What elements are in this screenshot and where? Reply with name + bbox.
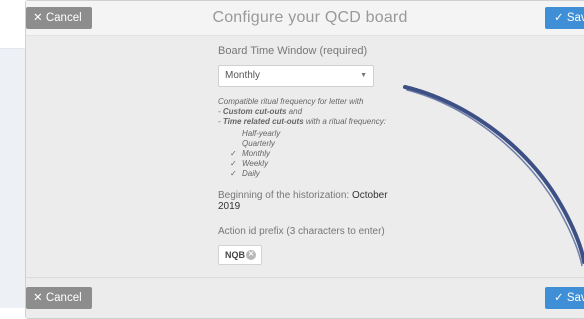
board-time-window-select[interactable]: Monthly ▼ bbox=[218, 65, 374, 87]
note-time-cutouts: Time related cut-outs bbox=[222, 117, 304, 126]
close-icon: ✕ bbox=[33, 292, 43, 304]
board-time-window-value: Monthly bbox=[225, 70, 261, 81]
compatibility-note-line1: Compatible ritual frequency for letter w… bbox=[218, 97, 364, 106]
frequency-item: ✓ Daily bbox=[218, 169, 408, 179]
note-suffix: with a ritual frequency: bbox=[303, 117, 386, 126]
clear-circle-icon[interactable]: ✕ bbox=[246, 250, 256, 260]
save-button-top[interactable]: ✓ Save bbox=[545, 7, 584, 29]
board-time-window-label: Board Time Window (required) bbox=[218, 45, 368, 57]
save-button-bottom[interactable]: ✓ Save bbox=[545, 287, 584, 309]
close-icon: ✕ bbox=[33, 12, 43, 24]
frequency-item: Quarterly bbox=[218, 139, 408, 149]
compatibility-note-line2: - Custom cut-outs and bbox=[218, 107, 408, 117]
cancel-button-label: Cancel bbox=[45, 292, 82, 304]
frequency-item: ✓ Monthly bbox=[218, 149, 408, 159]
compatibility-note: Compatible ritual frequency for letter w… bbox=[218, 97, 408, 127]
frequency-label: Monthly bbox=[242, 149, 271, 158]
check-icon: ✓ bbox=[230, 159, 237, 168]
frequency-item: ✓ Weekly bbox=[218, 159, 408, 169]
check-icon: ✓ bbox=[554, 12, 564, 24]
note-custom-cutouts: Custom cut-outs bbox=[222, 107, 287, 116]
configure-board-modal: Configure your QCD board ✕ Cancel ✓ Save… bbox=[25, 0, 584, 319]
frequency-label: Quarterly bbox=[242, 139, 275, 148]
check-icon: ✓ bbox=[230, 169, 237, 178]
check-icon: ✓ bbox=[554, 292, 564, 304]
form-content: Board Time Window (required) Monthly ▼ C… bbox=[218, 45, 408, 265]
frequency-label: Daily bbox=[242, 169, 260, 178]
frequency-list: Half-yearly Quarterly ✓ Monthly ✓ Weekly ✓… bbox=[218, 129, 408, 179]
cancel-button-top[interactable]: ✕ Cancel bbox=[26, 7, 92, 29]
modal-footer bbox=[26, 277, 584, 318]
action-prefix-label: Action id prefix (3 characters to enter) bbox=[218, 226, 385, 237]
frequency-label: Weekly bbox=[242, 159, 269, 168]
caret-down-icon: ▼ bbox=[360, 72, 367, 79]
cancel-button-label: Cancel bbox=[45, 12, 82, 24]
cancel-button-bottom[interactable]: ✕ Cancel bbox=[26, 287, 92, 309]
historization-line: Beginning of the historization: October … bbox=[218, 190, 408, 212]
action-prefix-tag[interactable]: NQB ✕ bbox=[218, 245, 262, 265]
check-icon: ✓ bbox=[230, 149, 237, 158]
historization-label: Beginning of the historization: bbox=[218, 190, 350, 201]
note-suffix: and bbox=[286, 107, 303, 116]
compatibility-note-line3: - Time related cut-outs with a ritual fr… bbox=[218, 117, 408, 127]
frequency-item: Half-yearly bbox=[218, 129, 408, 139]
frequency-label: Half-yearly bbox=[242, 129, 281, 138]
save-button-label: Save bbox=[566, 12, 584, 24]
modal-title: Configure your QCD board bbox=[212, 9, 408, 26]
modal-header: Configure your QCD board bbox=[26, 1, 584, 36]
action-prefix-value: NQB bbox=[225, 250, 245, 260]
save-button-label: Save bbox=[566, 292, 584, 304]
